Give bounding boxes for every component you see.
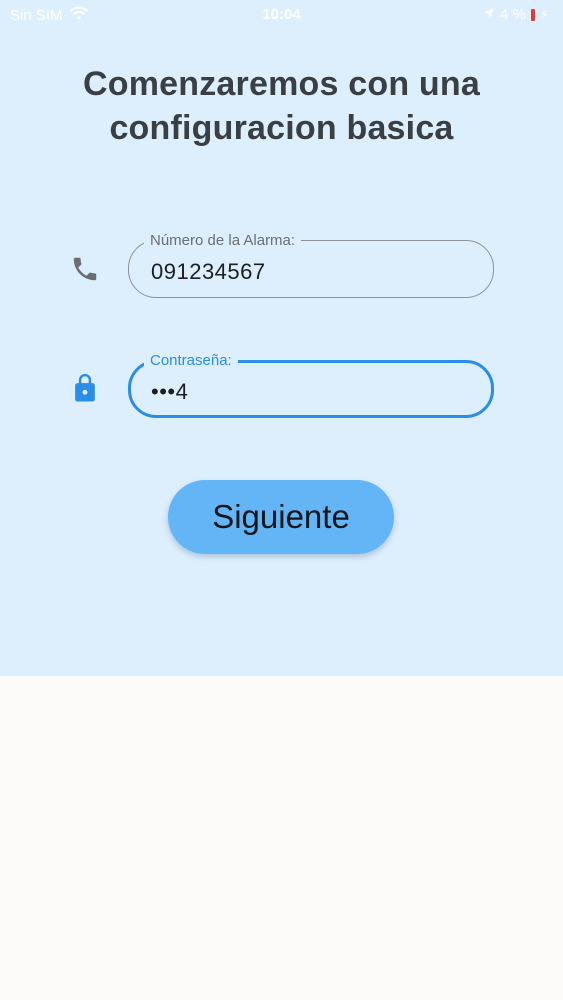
password-input[interactable]: •••4 [151,379,188,405]
charging-icon: ⚡ [539,6,549,22]
next-button[interactable]: Siguiente [168,480,394,554]
status-right: 4 % ⚡ [483,6,549,23]
title-line-2: configuracion basica [109,109,454,147]
alarm-number-input[interactable]: 091234567 [151,259,266,285]
status-bar: Sin SIM 10:04 4 % ⚡ [0,0,563,32]
phone-icon [70,254,100,284]
lock-icon [70,372,100,402]
title-line-1: Comenzaremos con una [83,65,480,103]
page-title: Comenzaremos con una configuracion basic… [0,62,563,150]
password-label: Contraseña: [144,352,238,370]
location-icon [483,6,495,23]
battery-icon [530,8,535,21]
battery-percent: 4 % [500,6,526,23]
alarm-number-label: Número de la Alarma: [144,232,302,250]
status-time: 10:04 [262,6,301,23]
